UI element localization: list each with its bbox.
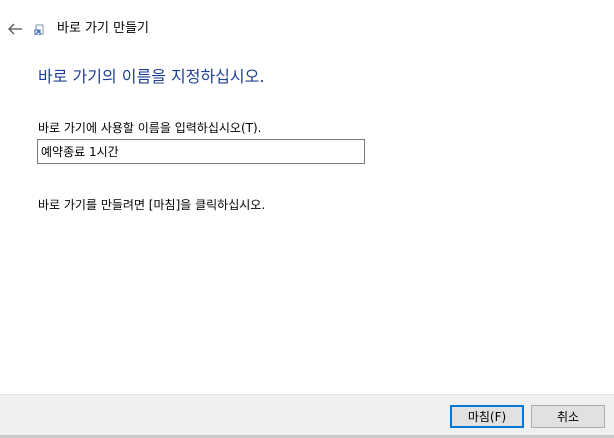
cancel-button[interactable]: 취소	[531, 405, 605, 428]
shortcut-wizard-icon	[34, 24, 44, 35]
finish-instruction: 바로 가기를 만들려면 [마침]을 클릭하십시오.	[38, 198, 266, 212]
shortcut-name-label: 바로 가기에 사용할 이름을 입력하십시오(T).	[38, 121, 262, 135]
wizard-footer: 마침(F) 취소	[0, 394, 614, 438]
window-title: 바로 가기 만들기	[57, 21, 149, 36]
back-button[interactable]	[6, 19, 26, 39]
wizard-header: 바로 가기 만들기	[0, 0, 614, 58]
shortcut-name-input[interactable]	[37, 139, 365, 164]
arrow-left-icon	[8, 23, 22, 35]
finish-button[interactable]: 마침(F)	[450, 405, 524, 428]
page-heading: 바로 가기의 이름을 지정하십시오.	[38, 67, 265, 86]
